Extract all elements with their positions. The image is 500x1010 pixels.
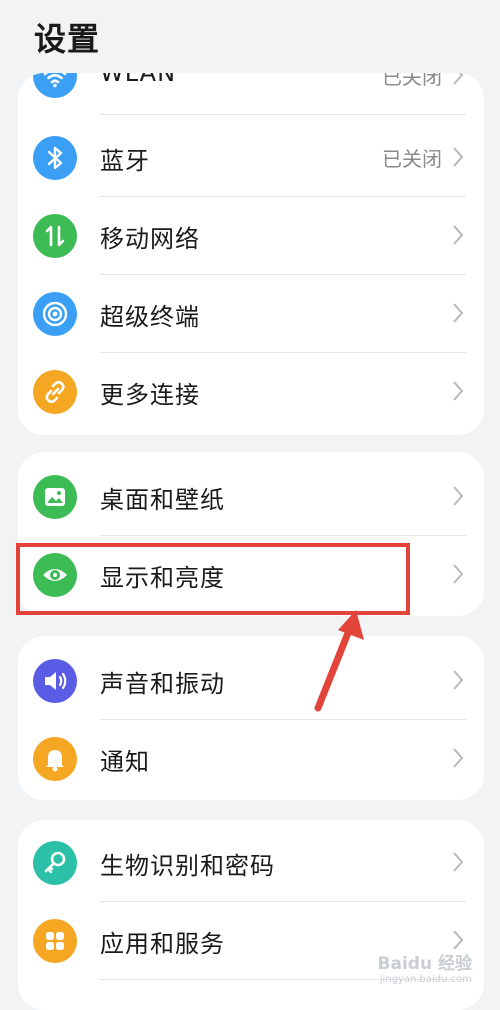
chevron-right-icon <box>452 485 464 507</box>
speaker-icon <box>33 659 77 703</box>
chevron-right-icon <box>452 302 464 324</box>
sound-card: 声音和振动 通知 <box>18 636 484 800</box>
chevron-right-icon <box>452 563 464 585</box>
wallpaper-icon <box>33 475 77 519</box>
settings-item-label: 声音和振动 <box>100 670 225 698</box>
settings-item-label: 超级终端 <box>100 303 200 331</box>
mobile-data-icon <box>33 214 77 258</box>
bluetooth-icon <box>33 136 77 180</box>
settings-item-label: 生物识别和密码 <box>100 852 275 880</box>
settings-item-label: WLAN <box>100 73 177 87</box>
settings-item-wlan[interactable]: WLAN 已关闭 <box>18 73 484 115</box>
settings-item-value: 已关闭 <box>382 73 442 89</box>
key-icon <box>33 841 77 885</box>
settings-item-label: 移动网络 <box>100 225 200 253</box>
settings-item-super-device[interactable]: 超级终端 <box>18 275 484 353</box>
settings-item-mobile-network[interactable]: 移动网络 <box>18 197 484 275</box>
settings-item-label: 桌面和壁纸 <box>100 486 225 514</box>
settings-item-wallpaper[interactable]: 桌面和壁纸 <box>18 458 484 536</box>
link-icon <box>33 370 77 414</box>
settings-item-label: 应用和服务 <box>100 930 225 958</box>
bell-icon <box>33 737 77 781</box>
chevron-right-icon <box>452 73 464 86</box>
annotation-arrow <box>314 610 364 712</box>
settings-item-sound-vibration[interactable]: 声音和振动 <box>18 642 484 720</box>
settings-item-bluetooth[interactable]: 蓝牙 已关闭 <box>18 119 484 197</box>
chevron-right-icon <box>452 929 464 951</box>
watermark-sub: jingyan.baidu.com <box>379 974 472 985</box>
chevron-right-icon <box>452 146 464 168</box>
chevron-right-icon <box>452 851 464 873</box>
settings-item-label: 通知 <box>100 748 150 776</box>
watermark-text: Baidu 经验 <box>377 954 472 974</box>
page-title: 设置 <box>34 20 101 58</box>
settings-item-biometrics-password[interactable]: 生物识别和密码 <box>18 824 484 902</box>
chevron-right-icon <box>452 669 464 691</box>
settings-item-notifications[interactable]: 通知 <box>18 720 484 798</box>
watermark: Baidu 经验 jingyan.baidu.com <box>378 949 472 985</box>
chevron-right-icon <box>452 747 464 769</box>
settings-item-value: 已关闭 <box>382 147 442 171</box>
wifi-icon <box>33 73 77 98</box>
chevron-right-icon <box>452 224 464 246</box>
chevron-right-icon <box>452 380 464 402</box>
connectivity-card: WLAN 已关闭 蓝牙 已关闭 移动网络 超级终端 更多连接 <box>18 73 484 435</box>
super-device-icon <box>33 292 77 336</box>
settings-item-more-connections[interactable]: 更多连接 <box>18 353 484 431</box>
divider <box>100 114 466 115</box>
settings-item-label: 蓝牙 <box>100 147 150 175</box>
apps-icon <box>33 919 77 963</box>
settings-item-label: 更多连接 <box>100 381 200 409</box>
